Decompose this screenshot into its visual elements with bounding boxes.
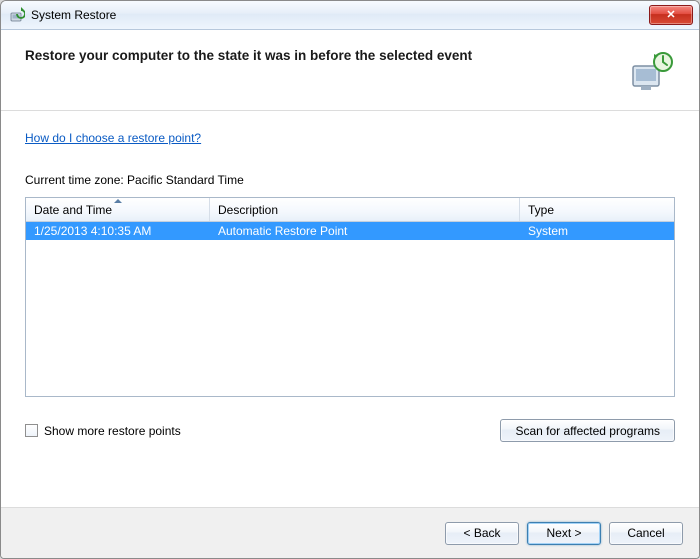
cell-type: System xyxy=(520,224,674,238)
show-more-label: Show more restore points xyxy=(44,424,181,438)
instruction-text: Restore your computer to the state it wa… xyxy=(25,48,627,63)
show-more-checkbox[interactable]: Show more restore points xyxy=(25,424,181,438)
table-row[interactable]: 1/25/2013 4:10:35 AM Automatic Restore P… xyxy=(26,222,674,240)
restore-illustration-icon xyxy=(627,48,675,96)
header: Restore your computer to the state it wa… xyxy=(1,30,699,110)
close-button[interactable]: ✕ xyxy=(649,5,693,25)
column-description[interactable]: Description xyxy=(210,198,520,221)
help-link[interactable]: How do I choose a restore point? xyxy=(25,131,675,145)
cell-description: Automatic Restore Point xyxy=(210,224,520,238)
footer: < Back Next > Cancel xyxy=(1,507,699,558)
titlebar: System Restore ✕ xyxy=(1,1,699,30)
scan-affected-button[interactable]: Scan for affected programs xyxy=(500,419,675,442)
content-area: How do I choose a restore point? Current… xyxy=(1,111,699,507)
list-body: 1/25/2013 4:10:35 AM Automatic Restore P… xyxy=(26,222,674,240)
content-bottom-row: Show more restore points Scan for affect… xyxy=(25,419,675,442)
back-button[interactable]: < Back xyxy=(445,522,519,545)
restore-points-list[interactable]: Date and Time Description Type 1/25/2013… xyxy=(25,197,675,397)
next-button[interactable]: Next > xyxy=(527,522,601,545)
system-restore-window: System Restore ✕ Restore your computer t… xyxy=(0,0,700,559)
checkbox-icon xyxy=(25,424,38,437)
cancel-button[interactable]: Cancel xyxy=(609,522,683,545)
column-date[interactable]: Date and Time xyxy=(26,198,210,221)
list-header: Date and Time Description Type xyxy=(26,198,674,222)
close-icon: ✕ xyxy=(666,10,675,21)
restore-icon xyxy=(9,7,25,23)
timezone-label: Current time zone: Pacific Standard Time xyxy=(25,173,675,187)
column-type[interactable]: Type xyxy=(520,198,674,221)
window-title: System Restore xyxy=(31,8,649,22)
cell-date: 1/25/2013 4:10:35 AM xyxy=(26,224,210,238)
